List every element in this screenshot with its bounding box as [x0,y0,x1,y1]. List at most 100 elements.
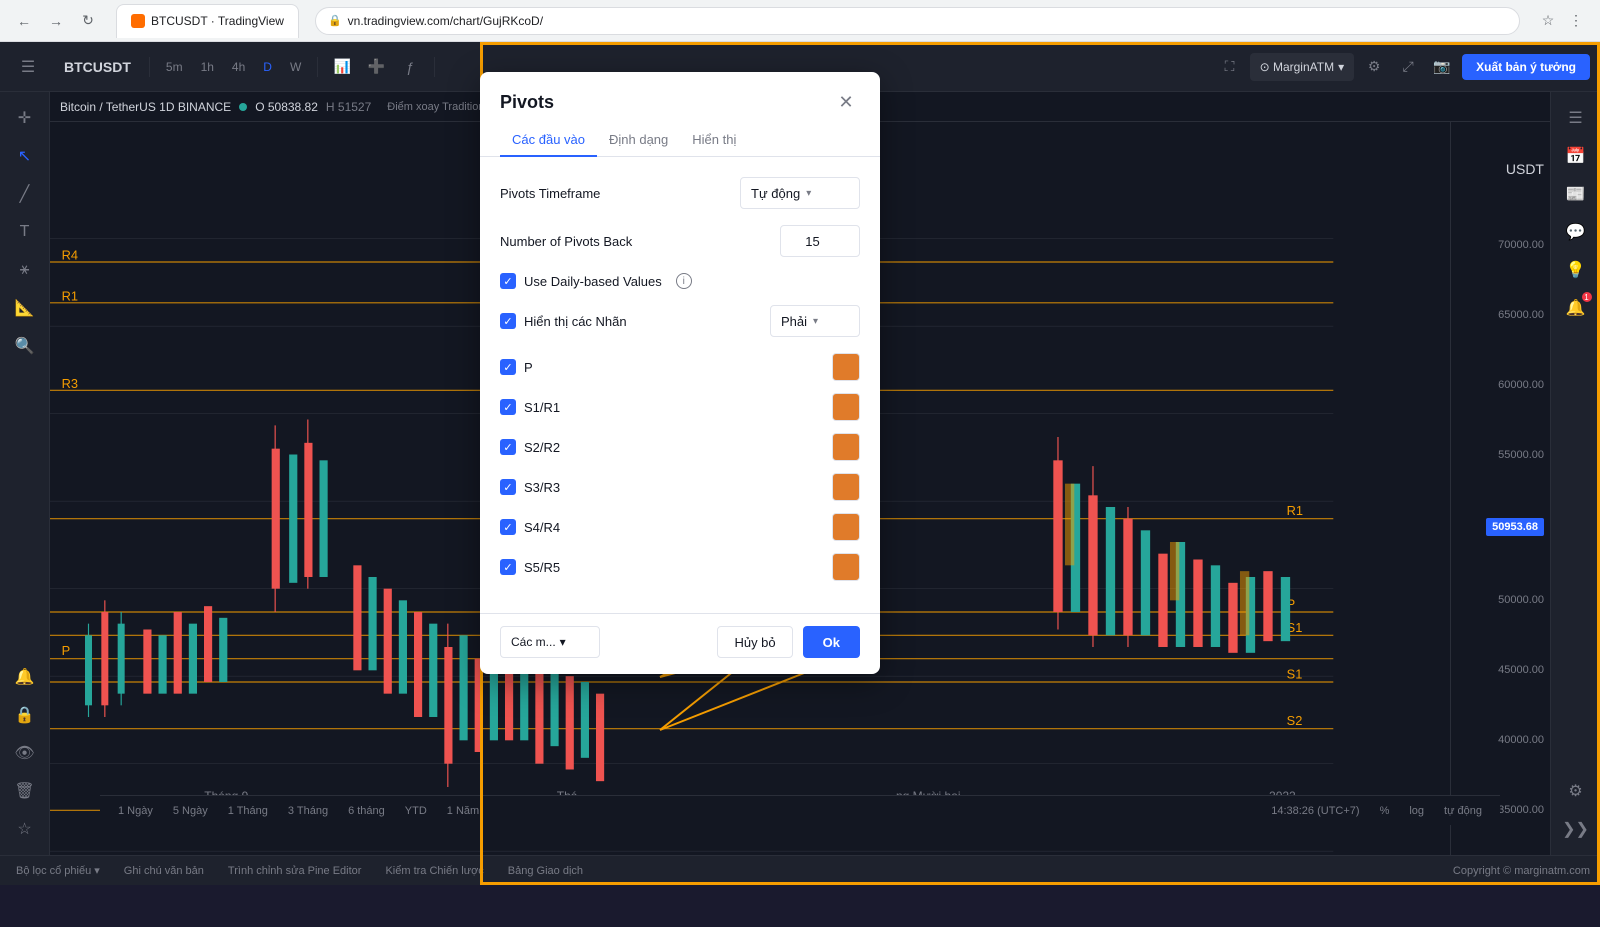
cursor-icon[interactable]: ↖ [7,138,43,174]
tf-5day[interactable]: 5 Ngày [165,803,216,819]
forward-button[interactable]: → [44,9,68,33]
defaults-dropdown[interactable]: Các m... ▾ [500,626,600,658]
color-swatch-s1r1[interactable] [832,393,860,421]
checkbox-s4r4[interactable]: ✓ [500,519,516,535]
back-button[interactable]: ← [12,9,36,33]
zoom-icon[interactable]: 🔍 [7,328,43,364]
pattern-tool-icon[interactable]: ⚹ [7,252,43,288]
pivots-timeframe-row: Pivots Timeframe Tự động ▾ [500,177,860,209]
modal-footer: Các m... ▾ Hủy bỏ Ok [480,613,880,674]
news-icon[interactable]: 📰 [1558,176,1594,212]
trash-icon[interactable]: 🗑 [7,773,43,809]
text-tool-icon[interactable]: T [7,214,43,250]
tf-6month[interactable]: 6 tháng [340,803,393,819]
tab-format[interactable]: Định dạng [597,124,680,157]
chat-icon[interactable]: 💬 [1558,214,1594,250]
margin-atm-btn[interactable]: ⊙ MarginATM ▾ [1250,53,1355,81]
crosshair-icon[interactable]: ✛ [7,100,43,136]
info-icon[interactable]: i [676,273,692,289]
settings-sidebar-icon[interactable]: ⚙ [1558,773,1594,809]
color-swatch-p[interactable] [832,353,860,381]
symbol-selector[interactable]: BTCUSDT [56,55,139,79]
watchlist-icon[interactable]: ☰ [1558,100,1594,136]
chevron-icon[interactable]: ❯❯ [1558,811,1594,847]
modal-content: Pivots Timeframe Tự động ▾ Number of Piv… [480,157,880,613]
fullscreen-toggle[interactable]: ⛶ [1216,53,1244,81]
number-of-pivots-control [780,225,860,257]
line-tool-icon[interactable]: ╱ [7,176,43,212]
timeframe-4h[interactable]: 4h [226,56,251,78]
pct-btn[interactable]: % [1372,803,1398,819]
price-45000: 45000.00 [1498,664,1544,676]
display-labels-control: Phải ▾ [770,305,860,337]
strategy-test-btn[interactable]: Kiểm tra Chiến lược [379,863,489,879]
text-notes-btn[interactable]: Ghi chú văn bản [118,863,210,879]
tab-display[interactable]: Hiển thị [680,124,748,157]
color-row-p: ✓ P [500,353,860,381]
checkbox-p[interactable]: ✓ [500,359,516,375]
bookmark-icon[interactable]: ☆ [1536,9,1560,33]
number-of-pivots-input[interactable] [780,225,860,257]
checkbox-s1r1[interactable]: ✓ [500,399,516,415]
settings-icon[interactable]: ⋮ [1564,9,1588,33]
cancel-button[interactable]: Hủy bỏ [717,626,792,658]
notifications-icon[interactable]: 🔔 1 [1558,290,1594,326]
tf-ytd[interactable]: YTD [397,803,435,819]
camera-icon[interactable]: 📷 [1428,53,1456,81]
timeframe-1h[interactable]: 1h [195,56,220,78]
favorites-icon[interactable]: ☆ [7,811,43,847]
formula-icon[interactable]: ƒ [396,53,424,81]
tab-inputs[interactable]: Các đầu vào [500,124,597,157]
tf-3month[interactable]: 3 Tháng [280,803,336,819]
lock-chart-icon[interactable]: 🔒 [7,697,43,733]
tf-1day[interactable]: 1 Ngày [110,803,161,819]
timeframe-w[interactable]: W [284,56,307,78]
color-swatch-s4r4[interactable] [832,513,860,541]
log-btn[interactable]: log [1401,803,1432,819]
color-swatch-s5r5[interactable] [832,553,860,581]
stock-filter-btn[interactable]: Bộ lọc cổ phiếu ▾ [10,862,106,879]
settings-gear-icon[interactable]: ⚙ [1360,53,1388,81]
use-daily-label: Use Daily-based Values [524,274,662,289]
expand-icon[interactable]: ⤢ [1394,53,1422,81]
display-labels-dropdown[interactable]: Phải ▾ [770,305,860,337]
footer-right: Hủy bỏ Ok [717,626,860,658]
currency-label: USDT [1506,161,1544,177]
trading-panel-btn[interactable]: Bảng Giao dịch [502,863,589,879]
checkbox-s5r5[interactable]: ✓ [500,559,516,575]
address-bar[interactable]: 🔒 vn.tradingview.com/chart/GujRKcoD/ [315,7,1520,35]
pivots-timeframe-dropdown[interactable]: Tự động ▾ [740,177,860,209]
eye-icon[interactable]: 👁 [7,735,43,771]
use-daily-checkbox[interactable]: ✓ [500,273,516,289]
ok-button[interactable]: Ok [803,626,860,658]
calendar-icon[interactable]: 📅 [1558,138,1594,174]
tf-1month[interactable]: 1 Tháng [220,803,276,819]
ideas-icon[interactable]: 💡 [1558,252,1594,288]
display-labels-checkbox[interactable]: ✓ [500,313,516,329]
color-swatch-s2r2[interactable] [832,433,860,461]
modal-header: Pivots ✕ [480,72,880,116]
price-35000: 35000.00 [1498,804,1544,816]
menu-icon[interactable]: ☰ [10,49,46,85]
measure-icon[interactable]: 📐 [7,290,43,326]
color-swatch-s3r3[interactable] [832,473,860,501]
checkbox-s2r2[interactable]: ✓ [500,439,516,455]
add-icon[interactable]: ➕ [362,53,390,81]
indicator-icon[interactable]: 📊 [328,53,356,81]
svg-text:R4: R4 [62,248,78,263]
dropdown-arrow-1: ▾ [806,188,811,199]
publish-button[interactable]: Xuất bản ý tưởng [1462,54,1590,80]
modal-close-button[interactable]: ✕ [832,88,860,116]
checkbox-s3r3[interactable]: ✓ [500,479,516,495]
display-labels-row: ✓ Hiển thị các Nhãn Phải ▾ [500,305,860,337]
alerts-icon[interactable]: 🔔 [7,659,43,695]
refresh-button[interactable]: ↻ [76,9,100,33]
timeframe-5m[interactable]: 5m [160,56,189,78]
auto-btn[interactable]: tự động [1436,803,1490,819]
pine-editor-btn[interactable]: Trình chỉnh sửa Pine Editor [222,863,368,879]
tab-favicon [131,14,145,28]
timeframe-d[interactable]: D [257,56,278,78]
active-tab[interactable]: BTCUSDT · TradingView [116,4,299,38]
chart-area: ☰ BTCUSDT 5m 1h 4h D W 📊 ➕ ƒ ⛶ ⊙ MarginA… [0,42,1600,885]
tf-1year[interactable]: 1 Năm [439,803,487,819]
